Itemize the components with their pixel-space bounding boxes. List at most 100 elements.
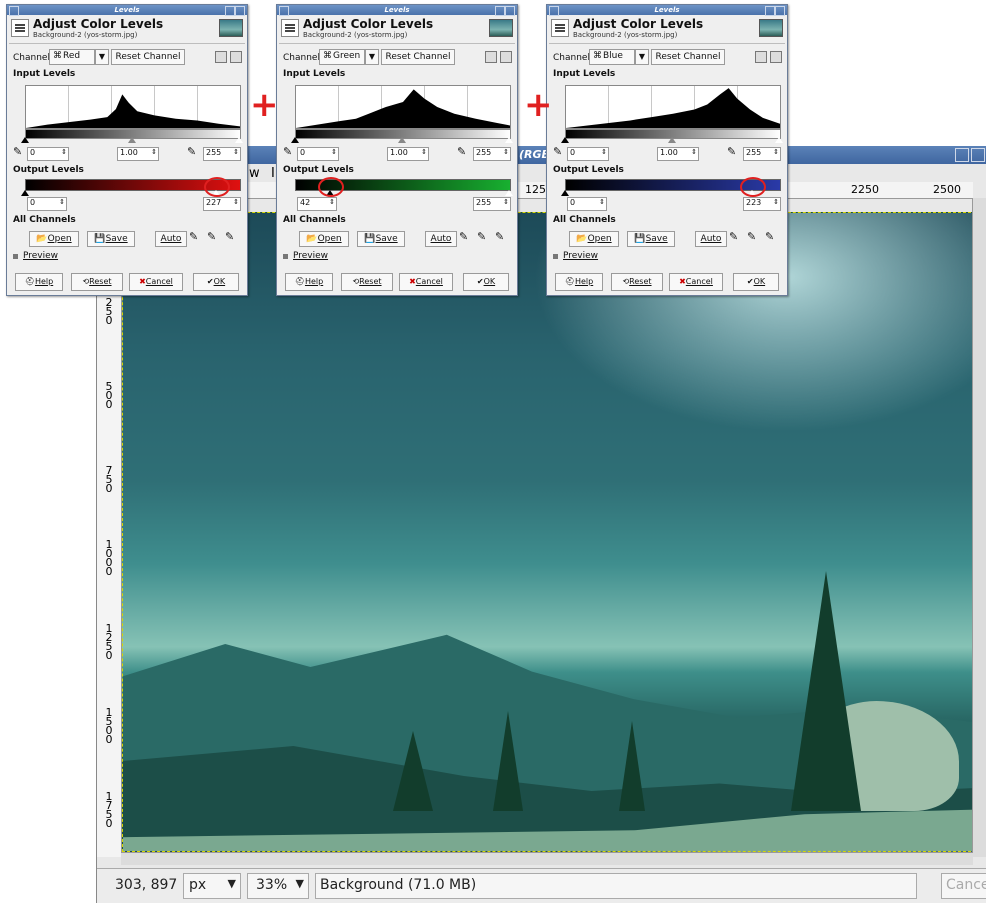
input-gamma-handle[interactable] bbox=[398, 137, 406, 143]
channel-select[interactable]: ⌘ Blue bbox=[589, 49, 635, 65]
save-button[interactable]: 💾Save bbox=[357, 231, 405, 247]
spin-arrows-icon[interactable]: ⇕ bbox=[61, 148, 67, 156]
spin-arrows-icon[interactable]: ⇕ bbox=[59, 198, 65, 206]
spin-arrows-icon[interactable]: ⇕ bbox=[599, 198, 605, 206]
help-button[interactable]: ⛑Help bbox=[15, 273, 63, 291]
close-icon[interactable] bbox=[775, 6, 785, 16]
pick-white-icon[interactable]: ✎ bbox=[727, 145, 736, 158]
reset-button[interactable]: ⟲Reset bbox=[71, 273, 123, 291]
input-gamma-field[interactable]: 1.00 ⇕ bbox=[657, 147, 699, 161]
input-low-field[interactable]: 0 ⇕ bbox=[297, 147, 339, 161]
open-button[interactable]: 📂Open bbox=[299, 231, 349, 247]
auto-button[interactable]: Auto bbox=[695, 231, 727, 247]
pick-black-all-icon[interactable]: ✎ bbox=[189, 230, 198, 243]
close-icon[interactable] bbox=[235, 6, 245, 16]
auto-button[interactable]: Auto bbox=[155, 231, 187, 247]
ok-button[interactable]: ✔OK bbox=[733, 273, 779, 291]
input-gamma-handle[interactable] bbox=[128, 137, 136, 143]
preview-checkbox[interactable] bbox=[553, 254, 558, 259]
log-histogram-icon[interactable] bbox=[230, 51, 242, 63]
spin-arrows-icon[interactable]: ⇕ bbox=[233, 148, 239, 156]
window-menu-icon[interactable] bbox=[549, 6, 559, 16]
minimize-icon[interactable] bbox=[955, 148, 969, 162]
reset-button[interactable]: ⟲Reset bbox=[341, 273, 393, 291]
linear-histogram-icon[interactable] bbox=[215, 51, 227, 63]
reset-channel-button[interactable]: Reset Channel bbox=[651, 49, 725, 65]
pick-black-icon[interactable]: ✎ bbox=[13, 145, 22, 158]
output-high-field[interactable]: 223 ⇕ bbox=[743, 197, 781, 211]
spin-arrows-icon[interactable]: ⇕ bbox=[773, 148, 779, 156]
ok-button[interactable]: ✔OK bbox=[463, 273, 509, 291]
pick-gray-all-icon[interactable]: ✎ bbox=[207, 230, 216, 243]
output-high-handle[interactable] bbox=[505, 190, 513, 196]
close-icon[interactable] bbox=[505, 6, 515, 16]
input-high-field[interactable]: 255 ⇕ bbox=[743, 147, 781, 161]
minimize-icon[interactable] bbox=[495, 6, 505, 16]
vertical-scrollbar[interactable] bbox=[972, 198, 986, 857]
input-low-field[interactable]: 0 ⇕ bbox=[567, 147, 609, 161]
pick-black-all-icon[interactable]: ✎ bbox=[459, 230, 468, 243]
dialog-titlebar[interactable]: Levels bbox=[547, 5, 787, 16]
spin-arrows-icon[interactable]: ⇕ bbox=[421, 148, 427, 156]
ok-button[interactable]: ✔OK bbox=[193, 273, 239, 291]
pick-black-icon[interactable]: ✎ bbox=[283, 145, 292, 158]
input-gamma-field[interactable]: 1.00 ⇕ bbox=[117, 147, 159, 161]
spin-arrows-icon[interactable]: ⇕ bbox=[691, 148, 697, 156]
input-gamma-handle[interactable] bbox=[668, 137, 676, 143]
spin-arrows-icon[interactable]: ⇕ bbox=[233, 198, 239, 206]
reset-channel-button[interactable]: Reset Channel bbox=[111, 49, 185, 65]
image-canvas[interactable] bbox=[122, 212, 976, 852]
cancel-button[interactable]: Cancel bbox=[941, 873, 986, 899]
log-histogram-icon[interactable] bbox=[500, 51, 512, 63]
save-button[interactable]: 💾Save bbox=[627, 231, 675, 247]
output-low-field[interactable]: 42 ⇕ bbox=[297, 197, 337, 211]
output-high-field[interactable]: 255 ⇕ bbox=[473, 197, 511, 211]
cancel-button[interactable]: ✖Cancel bbox=[399, 273, 453, 291]
spin-arrows-icon[interactable]: ⇕ bbox=[503, 148, 509, 156]
unit-select[interactable]: px ▼ bbox=[183, 873, 241, 899]
input-high-handle[interactable] bbox=[775, 137, 783, 143]
output-high-field[interactable]: 227 ⇕ bbox=[203, 197, 241, 211]
pick-black-icon[interactable]: ✎ bbox=[553, 145, 562, 158]
reset-channel-button[interactable]: Reset Channel bbox=[381, 49, 455, 65]
save-button[interactable]: 💾Save bbox=[87, 231, 135, 247]
spin-arrows-icon[interactable]: ⇕ bbox=[329, 198, 335, 206]
cancel-button[interactable]: ✖Cancel bbox=[129, 273, 183, 291]
spin-arrows-icon[interactable]: ⇕ bbox=[503, 198, 509, 206]
input-low-handle[interactable] bbox=[291, 137, 299, 143]
help-button[interactable]: ⛑Help bbox=[555, 273, 603, 291]
window-menu-icon[interactable] bbox=[279, 6, 289, 16]
spin-arrows-icon[interactable]: ⇕ bbox=[331, 148, 337, 156]
open-button[interactable]: 📂Open bbox=[569, 231, 619, 247]
input-high-handle[interactable] bbox=[235, 137, 243, 143]
pick-white-all-icon[interactable]: ✎ bbox=[225, 230, 234, 243]
channel-select[interactable]: ⌘ Red bbox=[49, 49, 95, 65]
help-button[interactable]: ⛑Help bbox=[285, 273, 333, 291]
chevron-down-icon[interactable]: ▼ bbox=[365, 49, 379, 65]
reset-button[interactable]: ⟲Reset bbox=[611, 273, 663, 291]
pick-black-all-icon[interactable]: ✎ bbox=[729, 230, 738, 243]
input-low-handle[interactable] bbox=[561, 137, 569, 143]
chevron-down-icon[interactable]: ▼ bbox=[635, 49, 649, 65]
horizontal-scrollbar[interactable] bbox=[121, 852, 973, 865]
input-high-field[interactable]: 255 ⇕ bbox=[203, 147, 241, 161]
input-high-field[interactable]: 255 ⇕ bbox=[473, 147, 511, 161]
dialog-titlebar[interactable]: Levels bbox=[277, 5, 517, 16]
spin-arrows-icon[interactable]: ⇕ bbox=[601, 148, 607, 156]
input-high-handle[interactable] bbox=[505, 137, 513, 143]
output-low-field[interactable]: 0 ⇕ bbox=[567, 197, 607, 211]
input-gamma-field[interactable]: 1.00 ⇕ bbox=[387, 147, 429, 161]
output-low-handle[interactable] bbox=[21, 190, 29, 196]
minimize-icon[interactable] bbox=[225, 6, 235, 16]
maximize-icon[interactable] bbox=[971, 148, 985, 162]
menu-view[interactable]: w bbox=[249, 166, 260, 181]
cancel-button[interactable]: ✖Cancel bbox=[669, 273, 723, 291]
output-low-field[interactable]: 0 ⇕ bbox=[27, 197, 67, 211]
preview-checkbox[interactable] bbox=[13, 254, 18, 259]
pick-gray-all-icon[interactable]: ✎ bbox=[747, 230, 756, 243]
minimize-icon[interactable] bbox=[765, 6, 775, 16]
preview-checkbox[interactable] bbox=[283, 254, 288, 259]
auto-button[interactable]: Auto bbox=[425, 231, 457, 247]
pick-white-all-icon[interactable]: ✎ bbox=[495, 230, 504, 243]
input-low-field[interactable]: 0 ⇕ bbox=[27, 147, 69, 161]
